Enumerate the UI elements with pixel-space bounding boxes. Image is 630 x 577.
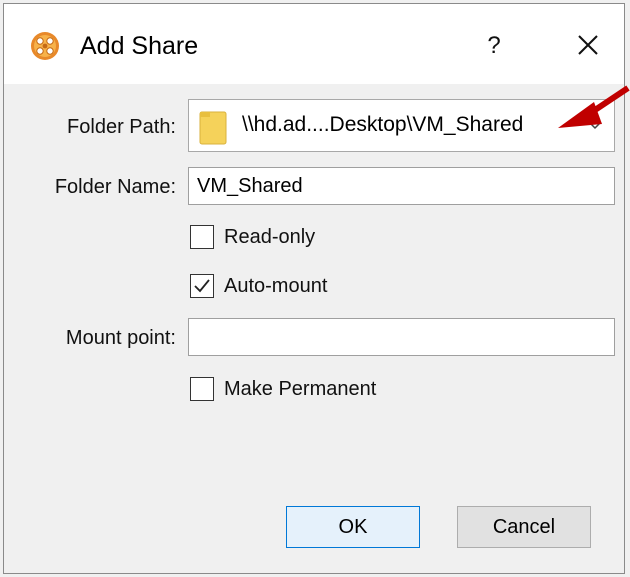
read-only-checkbox[interactable] [190,225,214,249]
close-icon[interactable] [568,26,608,64]
virtualbox-gear-icon [31,32,59,60]
checkmark-icon [194,279,210,293]
annotation-arrow-icon [558,85,630,128]
folder-name-field[interactable]: VM_Shared [188,167,615,205]
auto-mount-checkbox[interactable] [190,274,214,298]
make-permanent-label[interactable]: Make Permanent [224,378,376,401]
auto-mount-label[interactable]: Auto-mount [224,275,327,298]
folder-icon [199,111,227,145]
folder-name-label: Folder Name: [54,176,176,198]
cancel-button[interactable]: Cancel [457,506,591,548]
add-share-dialog: Add Share ? Folder Path: \\hd.ad....Desk… [3,3,625,574]
folder-path-label: Folder Path: [67,116,176,138]
make-permanent-checkbox[interactable] [190,377,214,401]
dialog-title: Add Share [80,32,199,60]
screenshot-background: Add Share ? Folder Path: \\hd.ad....Desk… [0,0,630,577]
mount-point-label: Mount point: [65,327,176,349]
help-button[interactable]: ? [474,28,514,64]
folder-path-combobox[interactable]: \\hd.ad....Desktop\VM_Shared [188,99,615,152]
folder-path-value: \\hd.ad....Desktop\VM_Shared [242,113,524,136]
ok-button[interactable]: OK [286,506,420,548]
read-only-label[interactable]: Read-only [224,226,315,249]
mount-point-field[interactable] [188,318,615,356]
title-bar: Add Share ? [4,4,624,84]
